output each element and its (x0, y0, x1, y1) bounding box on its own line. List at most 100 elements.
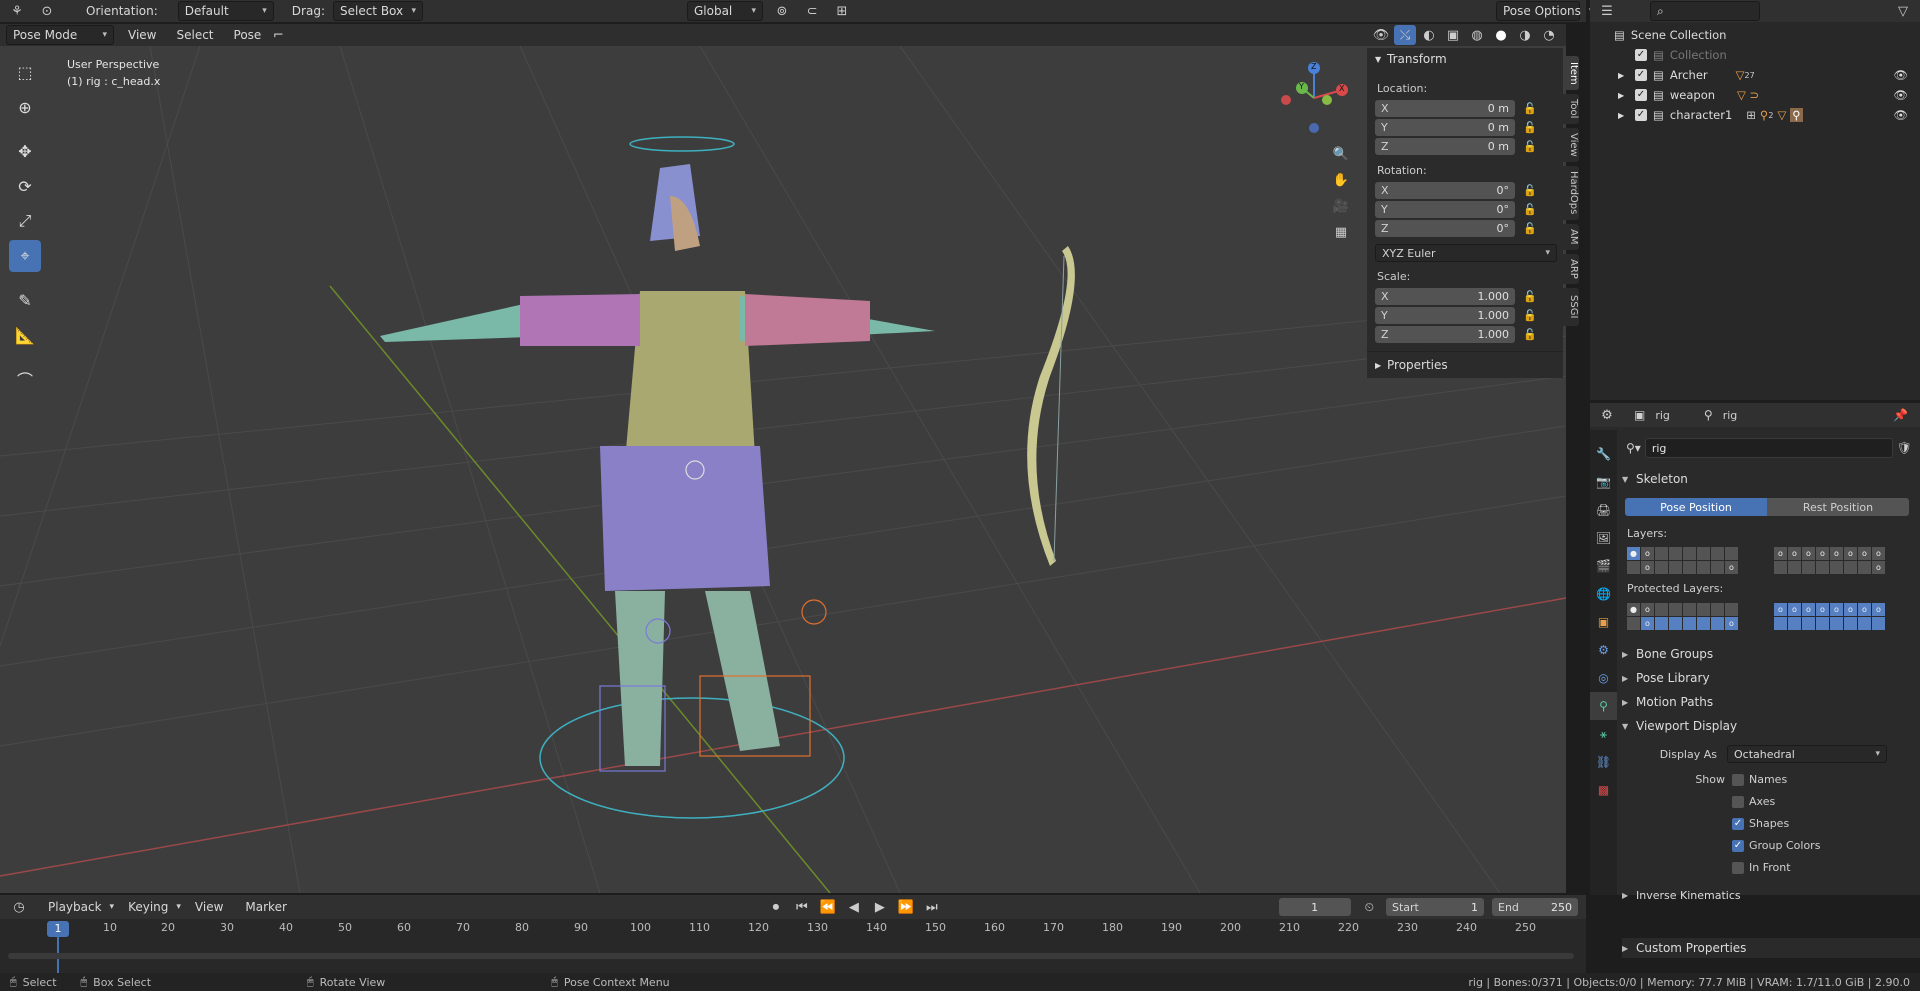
eye-icon[interactable]: 👁 (1893, 68, 1908, 82)
names-checkbox[interactable] (1732, 773, 1744, 786)
option-names[interactable]: Names (1732, 773, 1787, 786)
scale-tool-icon[interactable]: ⤢ (9, 205, 41, 237)
end-frame-field[interactable]: End 250 (1492, 898, 1578, 916)
eye-icon[interactable]: 👁 (1893, 108, 1908, 122)
outliner-item-character1[interactable]: ▶ ✓ ▤ character1 ⊞ ⚲ 2 ▽ ⚲ 👁 (1590, 105, 1920, 125)
menu-marker[interactable]: Marker (245, 900, 286, 914)
outliner-item-collection[interactable]: ✓ ▤ Collection (1590, 45, 1920, 65)
pan-hand-icon[interactable]: ✋ (1330, 170, 1352, 190)
world-tab-icon[interactable]: 🌐 (1590, 580, 1617, 608)
measure-tool-icon[interactable]: 📐 (9, 319, 41, 351)
scale-x-field[interactable]: X 1.000 (1375, 288, 1515, 305)
shapes-checkbox[interactable]: ✓ (1732, 817, 1744, 830)
armature-data-icon[interactable]: ⚲▾ (1626, 441, 1641, 455)
header-data-label[interactable]: rig (1723, 409, 1738, 422)
snap-target-icon[interactable]: ⊞ (831, 1, 853, 21)
render-tab-icon[interactable]: 📷 (1590, 468, 1617, 496)
bone-tab-icon[interactable]: ⚹ (1590, 720, 1617, 748)
current-frame-field[interactable]: 1 (1278, 898, 1351, 916)
transform-space-dropdown[interactable]: Global ▾ (686, 1, 763, 21)
location-y-field[interactable]: Y 0 m (1375, 119, 1515, 136)
pin-icon[interactable]: 📌 (1893, 408, 1908, 422)
menu-keying[interactable]: Keying (128, 900, 168, 914)
bone-groups-header[interactable]: ▶ Bone Groups (1622, 644, 1713, 664)
output-tab-icon[interactable]: 🖨 (1590, 496, 1617, 524)
filter-icon[interactable]: ▽ (1892, 1, 1914, 21)
eye-icon[interactable]: 👁 (1893, 88, 1908, 102)
option-group-colors[interactable]: ✓ Group Colors (1732, 839, 1820, 852)
timeline-scrollbar[interactable] (8, 953, 1574, 959)
camera-icon[interactable]: 🎥 (1330, 196, 1352, 216)
rotation-x-field[interactable]: X 0° (1375, 182, 1515, 199)
lock-icon[interactable]: 🔓 (1521, 140, 1539, 153)
outliner-item-archer[interactable]: ▶ ✓ ▤ Archer ▽ 27 👁 (1590, 65, 1920, 85)
lock-icon[interactable]: 🔓 (1521, 309, 1539, 322)
in-front-checkbox[interactable] (1732, 861, 1744, 874)
rest-position-button[interactable]: Rest Position (1767, 498, 1909, 516)
play-icon[interactable]: ▶ (869, 897, 891, 917)
prev-keyframe-icon[interactable]: ⏪ (817, 897, 839, 917)
transform-header[interactable]: ▼ Transform (1375, 52, 1447, 66)
tab-view[interactable]: View (1563, 128, 1579, 162)
lock-icon[interactable]: 🔓 (1521, 102, 1539, 115)
protected-grid-right[interactable]: oooooooo (1774, 603, 1885, 630)
editor-type-icon[interactable]: ⚘ (6, 1, 28, 21)
exclude-checkbox[interactable]: ✓ (1635, 109, 1647, 121)
custom-properties-header[interactable]: ▶ Custom Properties (1622, 938, 1920, 958)
timeline-ruler[interactable]: 1 10 20 30 40 50 60 70 80 90 100 110 120… (0, 919, 1586, 973)
viewport-display-header[interactable]: ▼ Viewport Display (1622, 716, 1737, 736)
properties-type-icon[interactable]: ⚙ (1596, 405, 1618, 425)
layers-grid-right[interactable]: oooooooo o (1774, 547, 1885, 574)
lock-icon[interactable]: 🔓 (1521, 222, 1539, 235)
tab-item[interactable]: Item (1563, 56, 1579, 90)
expand-arrow-icon[interactable]: ▶ (1618, 71, 1635, 80)
tool-settings-tab-icon[interactable]: 🔧 (1590, 440, 1617, 468)
3d-viewport[interactable]: User Perspective (1) rig : c_head.x ⬚ ⊕ … (0, 46, 1566, 893)
mode-dropdown[interactable]: Pose Mode ▾ (6, 25, 114, 45)
tab-arp[interactable]: ARP (1563, 254, 1579, 284)
group-colors-checkbox[interactable]: ✓ (1732, 839, 1744, 852)
pose-position-button[interactable]: Pose Position (1625, 498, 1767, 516)
option-axes[interactable]: Axes (1732, 795, 1775, 808)
location-x-field[interactable]: X 0 m (1375, 100, 1515, 117)
bone-constraint-tab-icon[interactable]: ⛓ (1590, 748, 1617, 776)
motion-paths-header[interactable]: ▶ Motion Paths (1622, 692, 1713, 712)
pose-library-header[interactable]: ▶ Pose Library (1622, 668, 1710, 688)
transform-tool-icon[interactable]: ⌖ (9, 240, 41, 272)
gizmo-icon[interactable]: ⤯ (1394, 25, 1416, 45)
inverse-kinematics-header[interactable]: ▶ Inverse Kinematics (1622, 888, 1741, 902)
lock-icon[interactable]: 🔓 (1521, 290, 1539, 303)
view-layer-tab-icon[interactable]: 🖼 (1590, 524, 1617, 552)
drag-dropdown[interactable]: Select Box ▾ (332, 1, 423, 21)
record-icon[interactable]: ⏺ (765, 897, 787, 917)
location-z-field[interactable]: Z 0 m (1375, 138, 1515, 155)
xray-icon[interactable]: ▣ (1442, 25, 1464, 45)
menu-pose[interactable]: Pose (234, 28, 262, 42)
protected-grid-left[interactable]: ● o oo (1627, 603, 1738, 630)
pose-options-dropdown[interactable]: Pose Options▾ (1496, 1, 1593, 21)
menu-select[interactable]: Select (176, 28, 213, 42)
ortho-grid-icon[interactable]: ▦ (1330, 222, 1352, 242)
modifier-tab-icon[interactable]: ⚙ (1590, 636, 1617, 664)
orientation-dropdown[interactable]: Default ▾ (177, 1, 274, 21)
scene-collection-row[interactable]: ▤ Scene Collection (1590, 25, 1920, 45)
datablock-name-field[interactable]: rig (1644, 438, 1893, 458)
tab-ssgi[interactable]: SSGI (1563, 288, 1579, 326)
lock-icon[interactable]: 🔓 (1521, 121, 1539, 134)
jump-start-icon[interactable]: ⏮ (791, 897, 813, 917)
scale-z-field[interactable]: Z 1.000 (1375, 326, 1515, 343)
start-frame-field[interactable]: Start 1 (1386, 898, 1484, 916)
pose-breakdown-tool-icon[interactable]: ⌒ (9, 363, 41, 395)
scene-tab-icon[interactable]: 🎬 (1590, 552, 1617, 580)
outliner-search[interactable]: ⌕ (1650, 1, 1760, 21)
layers-grid-left[interactable]: ● o oo (1627, 547, 1738, 574)
material-icon[interactable]: ◑ (1514, 25, 1536, 45)
outliner-item-weapon[interactable]: ▶ ✓ ▤ weapon ▽ ⊃ 👁 (1590, 85, 1920, 105)
option-shapes[interactable]: ✓ Shapes (1732, 817, 1789, 830)
move-tool-icon[interactable]: ✥ (9, 135, 41, 167)
outliner-type-icon[interactable]: ☰ (1596, 1, 1618, 21)
menu-view[interactable]: View (128, 28, 156, 42)
transform-pivot-icon[interactable]: ⊙ (36, 1, 58, 21)
rotation-y-field[interactable]: Y 0° (1375, 201, 1515, 218)
lock-icon[interactable]: 🔓 (1521, 328, 1539, 341)
